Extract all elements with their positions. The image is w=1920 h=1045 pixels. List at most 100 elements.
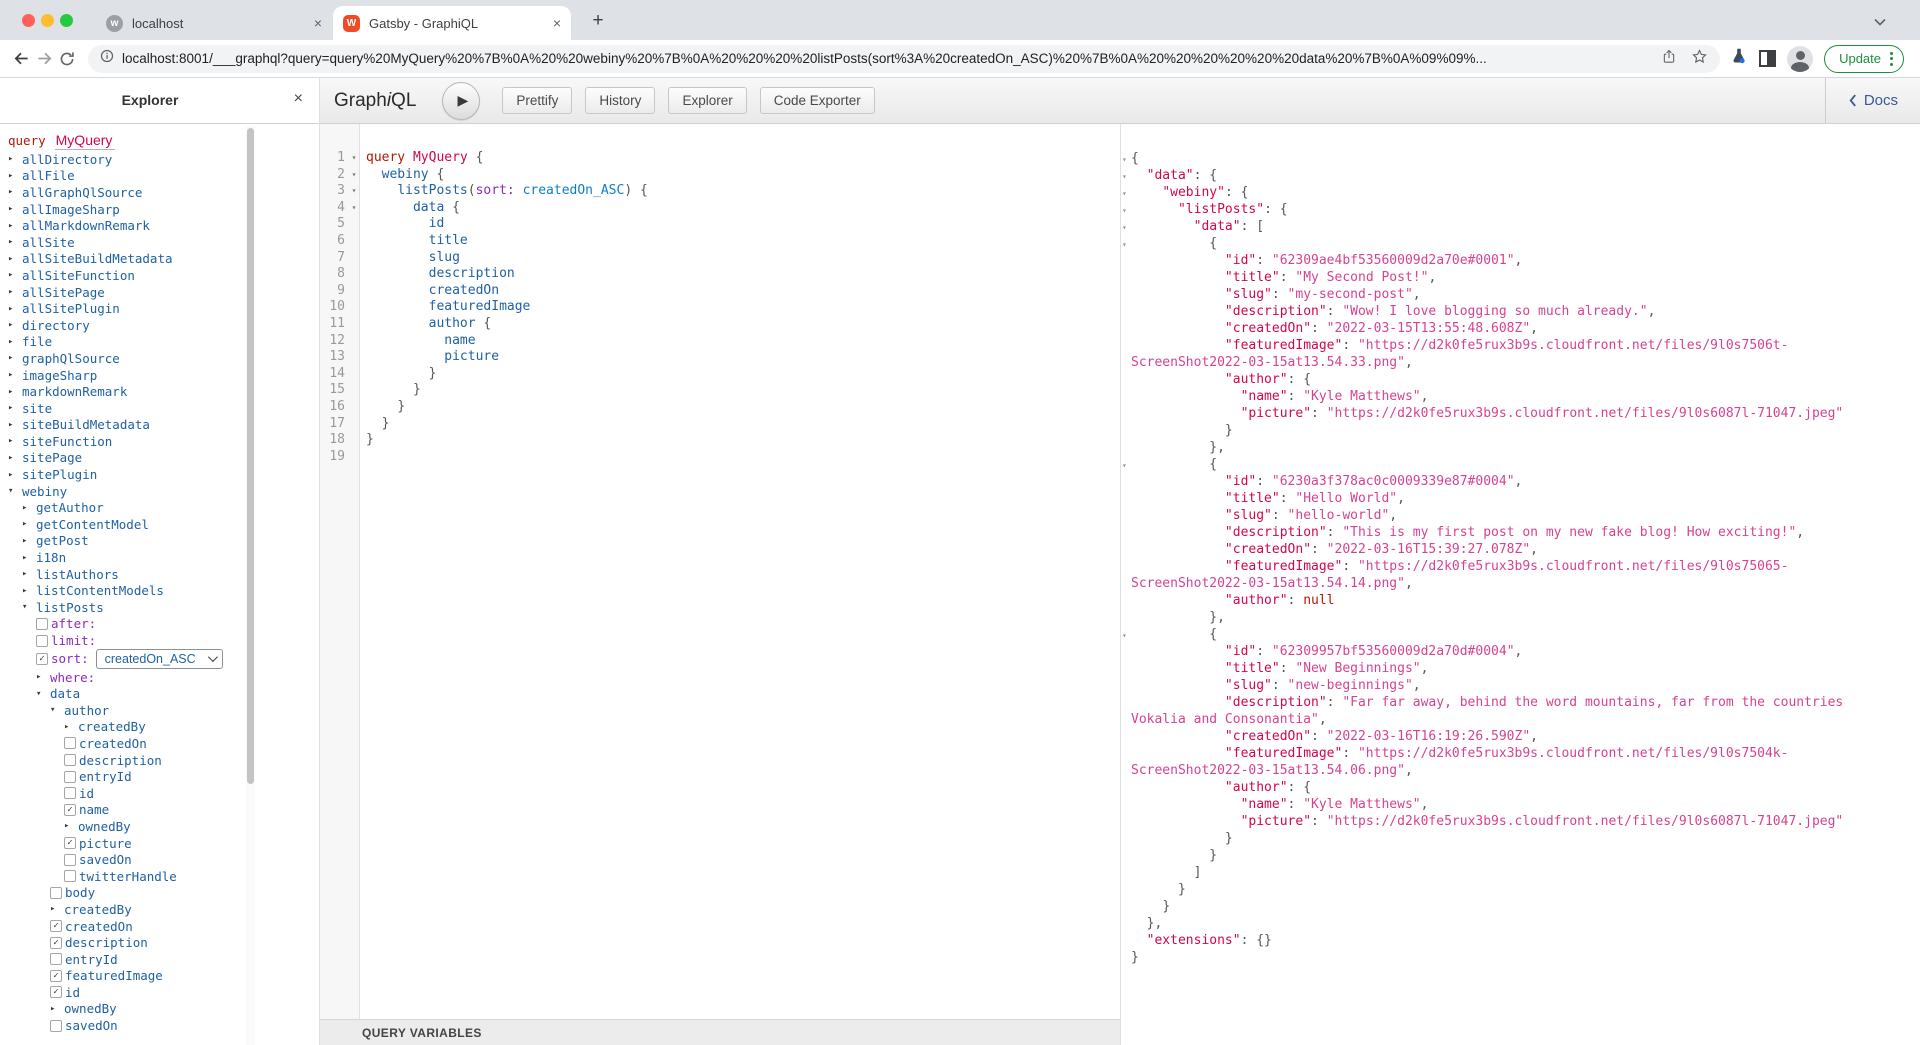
expand-icon[interactable]: ▸ — [22, 586, 36, 596]
code-exporter-button[interactable]: Code Exporter — [760, 87, 875, 114]
explorer-button[interactable]: Explorer — [668, 87, 746, 114]
explorer-field-getAuthor[interactable]: ▸getAuthor — [8, 499, 319, 516]
profile-avatar[interactable] — [1787, 46, 1813, 72]
fold-icon[interactable]: ▾ — [1122, 219, 1127, 236]
field-checkbox[interactable] — [64, 737, 76, 749]
expand-icon[interactable]: ▸ — [8, 387, 22, 397]
explorer-field-siteBuildMetadata[interactable]: ▸siteBuildMetadata — [8, 417, 319, 434]
forward-button[interactable] — [33, 48, 55, 70]
expand-icon[interactable]: ▸ — [8, 254, 22, 264]
field-checkbox[interactable] — [50, 953, 62, 965]
fold-icon[interactable]: ▾ — [1122, 236, 1127, 253]
close-tab-icon[interactable]: × — [553, 15, 561, 31]
close-tab-icon[interactable]: × — [314, 15, 322, 31]
expand-icon[interactable]: ▸ — [22, 519, 36, 529]
explorer-field-createdBy[interactable]: ▸createdBy — [8, 719, 319, 736]
explorer-field-twitterHandle[interactable]: twitterHandle — [8, 868, 319, 885]
field-checkbox-checked[interactable]: ✓ — [50, 937, 62, 949]
explorer-field-imageSharp[interactable]: ▸imageSharp — [8, 367, 319, 384]
field-checkbox[interactable] — [64, 854, 76, 866]
sidebar-toggle-icon[interactable] — [1759, 50, 1776, 67]
expand-icon[interactable]: ▸ — [8, 420, 22, 430]
explorer-field-allSite[interactable]: ▸allSite — [8, 234, 319, 251]
explorer-field-i18n[interactable]: ▸i18n — [8, 549, 319, 566]
expand-icon[interactable]: ▸ — [8, 204, 22, 214]
sort-select[interactable]: createdOn_ASC — [96, 649, 223, 669]
explorer-field-where[interactable]: ▸where: — [8, 669, 319, 686]
expand-icon[interactable]: ▸ — [8, 187, 22, 197]
field-checkbox[interactable] — [64, 787, 76, 799]
expand-icon[interactable]: ▸ — [8, 470, 22, 480]
explorer-field-id[interactable]: id — [8, 785, 319, 802]
expand-icon[interactable]: ▸ — [22, 503, 36, 513]
explorer-field-sitePage[interactable]: ▸sitePage — [8, 450, 319, 467]
explorer-field-description[interactable]: ✓description — [8, 934, 319, 951]
explorer-field-listContentModels[interactable]: ▸listContentModels — [8, 582, 319, 599]
explorer-field-after[interactable]: after: — [8, 616, 319, 633]
tab-gatsby-graphiql[interactable]: W Gatsby - GraphiQL × — [333, 6, 571, 40]
explorer-field-allMarkdownRemark[interactable]: ▸allMarkdownRemark — [8, 217, 319, 234]
explorer-field-createdOn[interactable]: ✓createdOn — [8, 918, 319, 935]
explorer-field-picture[interactable]: ✓picture — [8, 835, 319, 852]
field-checkbox[interactable] — [50, 887, 62, 899]
explorer-field-id[interactable]: ✓id — [8, 984, 319, 1001]
query-editor[interactable]: 1▾query MyQuery {2▾ webiny {3▾ listPosts… — [320, 124, 1120, 1019]
explorer-field-file[interactable]: ▸file — [8, 334, 319, 351]
prettify-button[interactable]: Prettify — [502, 87, 572, 114]
field-checkbox-checked[interactable]: ✓ — [64, 804, 76, 816]
fold-icon[interactable]: ▾ — [348, 167, 360, 184]
collapse-icon[interactable]: ▾ — [22, 602, 36, 612]
fold-icon[interactable]: ▾ — [348, 150, 360, 167]
explorer-field-allSitePlugin[interactable]: ▸allSitePlugin — [8, 300, 319, 317]
expand-icon[interactable]: ▸ — [8, 353, 22, 363]
back-button[interactable] — [10, 48, 32, 70]
expand-icon[interactable]: ▸ — [64, 722, 78, 732]
explorer-field-listAuthors[interactable]: ▸listAuthors — [8, 566, 319, 583]
explorer-field-siteFunction[interactable]: ▸siteFunction — [8, 433, 319, 450]
expand-icon[interactable]: ▸ — [8, 287, 22, 297]
fold-icon[interactable]: ▾ — [348, 183, 360, 200]
address-bar[interactable]: localhost:8001/___graphql?query=query%20… — [88, 45, 1720, 73]
explorer-field-ownedBy[interactable]: ▸ownedBy — [8, 1001, 319, 1018]
query-variables-bar[interactable]: QUERY VARIABLES — [320, 1019, 1120, 1045]
explorer-field-sitePlugin[interactable]: ▸sitePlugin — [8, 466, 319, 483]
expand-icon[interactable]: ▸ — [8, 337, 22, 347]
query-name-row[interactable]: query MyQuery — [8, 132, 319, 151]
browser-menu-icon[interactable] — [1890, 52, 1893, 66]
explorer-field-allSitePage[interactable]: ▸allSitePage — [8, 284, 319, 301]
explorer-field-markdownRemark[interactable]: ▸markdownRemark — [8, 383, 319, 400]
explorer-field-body[interactable]: body — [8, 885, 319, 902]
collapse-icon[interactable]: ▾ — [50, 705, 64, 715]
query-name-input[interactable]: MyQuery — [55, 132, 116, 150]
explorer-field-author[interactable]: ▾author — [8, 702, 319, 719]
explorer-field-createdOn[interactable]: createdOn — [8, 735, 319, 752]
explorer-field-ownedBy[interactable]: ▸ownedBy — [8, 818, 319, 835]
explorer-scrollbar-thumb[interactable] — [247, 128, 254, 784]
tab-search-chevron-icon[interactable] — [1874, 13, 1886, 31]
share-icon[interactable] — [1661, 48, 1677, 70]
expand-icon[interactable]: ▸ — [8, 221, 22, 231]
explorer-field-allSiteFunction[interactable]: ▸allSiteFunction — [8, 267, 319, 284]
expand-icon[interactable]: ▸ — [8, 171, 22, 181]
execute-query-button[interactable]: ▶ — [442, 82, 480, 120]
explorer-field-description[interactable]: description — [8, 752, 319, 769]
new-tab-button[interactable]: + — [586, 9, 610, 33]
explorer-field-entryId[interactable]: entryId — [8, 951, 319, 968]
fold-icon[interactable]: ▾ — [1122, 151, 1127, 168]
expand-icon[interactable]: ▸ — [50, 1004, 64, 1014]
expand-icon[interactable]: ▸ — [8, 237, 22, 247]
expand-icon[interactable]: ▸ — [22, 553, 36, 563]
field-checkbox[interactable] — [64, 870, 76, 882]
explorer-field-sort[interactable]: ✓sort:createdOn_ASC — [8, 649, 319, 669]
expand-icon[interactable]: ▸ — [8, 370, 22, 380]
explorer-field-listPosts[interactable]: ▾listPosts — [8, 599, 319, 616]
expand-icon[interactable]: ▸ — [22, 536, 36, 546]
history-button[interactable]: History — [585, 87, 655, 114]
extension-flask-icon[interactable] — [1730, 47, 1748, 70]
field-checkbox-checked[interactable]: ✓ — [50, 986, 62, 998]
expand-icon[interactable]: ▸ — [8, 270, 22, 280]
explorer-field-allSiteBuildMetadata[interactable]: ▸allSiteBuildMetadata — [8, 251, 319, 268]
url-text[interactable]: localhost:8001/___graphql?query=query%20… — [122, 51, 1487, 66]
explorer-field-entryId[interactable]: entryId — [8, 768, 319, 785]
explorer-field-getContentModel[interactable]: ▸getContentModel — [8, 516, 319, 533]
